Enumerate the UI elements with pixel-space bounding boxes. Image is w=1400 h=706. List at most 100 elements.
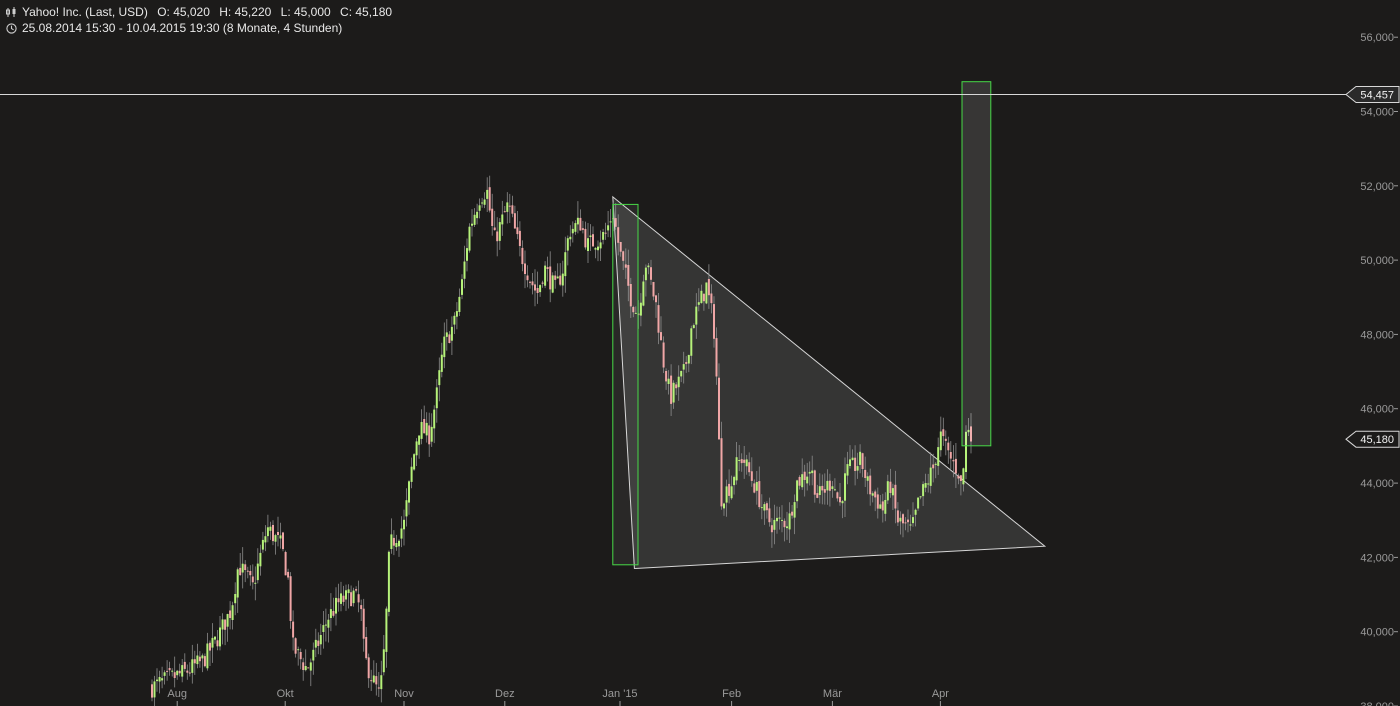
candle-up (962, 468, 965, 485)
candle-down (209, 642, 211, 651)
candle-up (871, 493, 874, 496)
rectangle-drawing[interactable] (961, 81, 992, 447)
candle-up (347, 589, 350, 594)
candle-up (602, 232, 605, 240)
candle-up (781, 519, 783, 521)
candle-up (929, 467, 932, 486)
candle-down (894, 484, 897, 509)
candle-down (896, 510, 899, 523)
candle-up (458, 296, 461, 312)
candle-down (740, 459, 743, 464)
candle-up (163, 672, 166, 676)
candle-down (493, 227, 496, 231)
candle-up (886, 481, 889, 501)
candle-up (455, 311, 458, 317)
candle-down (652, 282, 655, 297)
candle-up (319, 635, 322, 645)
candle-down (559, 275, 562, 285)
candle-down (957, 475, 960, 479)
candle-up (647, 265, 650, 268)
candle-down (713, 304, 715, 339)
candle-down (198, 656, 201, 662)
candle-down (546, 267, 549, 269)
candle-down (650, 267, 652, 280)
candle-up (463, 261, 466, 279)
candle-down (791, 511, 794, 516)
candle-up (859, 451, 862, 465)
candle-up (156, 679, 158, 682)
candle-down (720, 438, 723, 507)
candle-down (821, 485, 824, 491)
candle-down (536, 288, 539, 293)
candle-up (856, 466, 859, 471)
candle-up (261, 539, 264, 550)
x-tick-label: Jan '15 (602, 688, 637, 700)
candle-up (576, 217, 579, 225)
candle-up (914, 509, 917, 515)
candle-up (476, 211, 479, 219)
candle-up (891, 488, 894, 496)
candle-down (249, 571, 252, 576)
candle-down (864, 469, 867, 478)
candle-up (539, 285, 542, 293)
candle-up (833, 489, 836, 491)
candle-up (899, 517, 902, 522)
candle-up (687, 354, 690, 364)
candle-down (670, 375, 673, 404)
candle-down (710, 293, 713, 304)
y-tick-label: 48,000 (1360, 329, 1394, 341)
x-tick-label: Mär (823, 688, 842, 700)
price-marker: 54,457 (1345, 86, 1400, 103)
candle-down (715, 338, 718, 377)
candle-up (206, 643, 209, 669)
candle-down (178, 670, 181, 674)
candle-up (420, 422, 423, 439)
candle-down (229, 610, 232, 618)
candle-up (849, 459, 851, 466)
candle-down (367, 657, 370, 679)
candle-down (360, 605, 363, 610)
candle-up (556, 276, 559, 279)
candle-up (498, 222, 501, 241)
candle-down (702, 293, 705, 302)
candle-up (415, 441, 418, 456)
candle-up (566, 238, 569, 251)
x-tick-label: Nov (394, 688, 414, 700)
candle-down (282, 532, 284, 550)
candle-down (604, 232, 607, 234)
candle-down (592, 234, 594, 247)
candle-down (294, 638, 297, 654)
rectangle-drawing[interactable] (612, 203, 639, 566)
candle-down (823, 489, 826, 493)
price-marker-label: 45,180 (1360, 434, 1394, 446)
candle-up (642, 281, 645, 306)
candle-up (594, 248, 597, 250)
x-tick-label: Apr (932, 688, 949, 700)
price-chart[interactable]: 38,000 40,000 42,000 44,000 46,000 48,000 50,0… (0, 0, 1400, 706)
candle-up (806, 476, 809, 484)
candle-up (425, 422, 428, 436)
candle-down (307, 667, 310, 669)
candle-up (831, 486, 834, 489)
candle-down (581, 228, 584, 230)
candle-up (607, 225, 610, 231)
candle-down (521, 247, 524, 265)
candle-down (284, 552, 287, 576)
candle-up (927, 483, 930, 485)
candle-down (166, 670, 169, 672)
candle-up (211, 637, 214, 648)
candle-up (501, 214, 504, 225)
y-tick-label: 44,000 (1360, 478, 1394, 490)
candle-up (390, 534, 393, 549)
candle-down (224, 619, 227, 630)
candle-down (881, 501, 884, 511)
x-tick-label: Dez (495, 688, 515, 700)
candle-up (161, 678, 164, 681)
candle-up (574, 223, 577, 232)
candle-down (534, 284, 536, 291)
candle-down (216, 640, 219, 647)
candle-up (786, 526, 788, 529)
candle-down (707, 279, 710, 296)
candle-down (423, 419, 426, 434)
candle-down (902, 514, 904, 524)
